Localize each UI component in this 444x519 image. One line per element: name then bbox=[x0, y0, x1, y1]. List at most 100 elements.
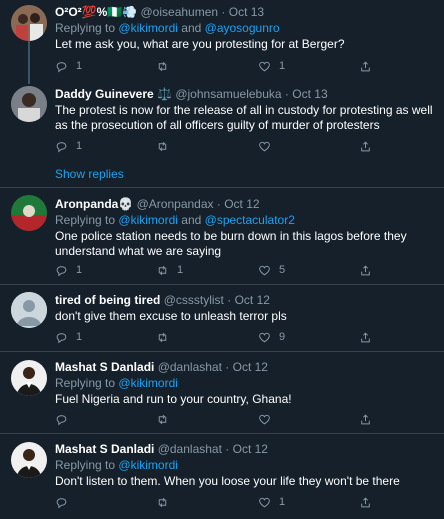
tweet-4[interactable]: tired of being tired @cssstylist · Oct 1… bbox=[0, 285, 444, 351]
display-name[interactable]: tired of being tired bbox=[55, 293, 160, 307]
share-button[interactable] bbox=[359, 263, 372, 277]
reply-button[interactable]: 1 bbox=[55, 330, 82, 344]
mention-link[interactable]: @ayosogunro bbox=[205, 21, 280, 35]
user-handle[interactable]: @danlashat bbox=[158, 442, 222, 456]
mention-link[interactable]: @kikimordi bbox=[118, 376, 178, 390]
share-icon bbox=[361, 140, 370, 151]
retweet-button[interactable] bbox=[156, 139, 177, 153]
avatar[interactable] bbox=[11, 360, 47, 396]
user-handle[interactable]: @cssstylist bbox=[164, 293, 224, 307]
tweet-actions: 1 bbox=[55, 495, 395, 509]
replying-joiner: and bbox=[181, 21, 202, 35]
tweet-text: Don't listen to them. When you loose you… bbox=[55, 474, 400, 488]
share-icon bbox=[361, 264, 370, 275]
share-button[interactable] bbox=[359, 330, 372, 344]
replying-joiner: and bbox=[181, 213, 202, 227]
avatar[interactable] bbox=[11, 86, 47, 122]
mention-link[interactable]: @kikimordi bbox=[118, 21, 178, 35]
dot-separator: · bbox=[225, 442, 230, 456]
dot-separator: · bbox=[221, 5, 226, 19]
tweet-3[interactable]: Aronpanda💀 @Aronpandax · Oct 12 Replying… bbox=[0, 188, 444, 283]
reply-button[interactable]: 1 bbox=[55, 139, 82, 153]
user-handle[interactable]: @johnsamuelebuka bbox=[175, 87, 281, 101]
mention-link[interactable]: @spectaculator2 bbox=[205, 213, 295, 227]
reply-count: 1 bbox=[76, 263, 83, 276]
tweet-actions: 1 1 bbox=[55, 59, 395, 73]
retweet-count: 1 bbox=[177, 263, 184, 276]
tweet-date[interactable]: Oct 12 bbox=[233, 442, 268, 456]
dot-separator: · bbox=[216, 197, 221, 211]
reply-icon bbox=[56, 61, 67, 72]
tweet-date[interactable]: Oct 12 bbox=[233, 360, 268, 374]
tweet-header: tired of being tired @cssstylist · Oct 1… bbox=[55, 293, 436, 308]
like-button[interactable] bbox=[258, 139, 279, 153]
tweet-1[interactable]: O²O²💯%🇳🇬💨 @oiseahumen · Oct 13 Replying … bbox=[0, 0, 444, 84]
tweet-header: Daddy Guinevere ⚖️ @johnsamuelebuka · Oc… bbox=[55, 87, 436, 102]
display-name[interactable]: Aronpanda💀 bbox=[55, 197, 133, 211]
like-button[interactable]: 1 bbox=[258, 495, 285, 509]
tweet-header: O²O²💯%🇳🇬💨 @oiseahumen · Oct 13 bbox=[55, 5, 436, 20]
tweet-5[interactable]: Mashat S Danladi @danlashat · Oct 12 Rep… bbox=[0, 352, 444, 434]
reply-icon bbox=[56, 497, 67, 508]
retweet-button[interactable] bbox=[156, 59, 177, 73]
like-button[interactable]: 9 bbox=[258, 330, 285, 344]
tweet-2[interactable]: Daddy Guinevere ⚖️ @johnsamuelebuka · Oc… bbox=[0, 84, 444, 186]
user-handle[interactable]: @danlashat bbox=[158, 360, 222, 374]
dot-separator: · bbox=[225, 360, 230, 374]
avatar[interactable] bbox=[11, 442, 47, 478]
retweet-icon bbox=[158, 332, 167, 342]
show-replies-link[interactable]: Show replies bbox=[55, 167, 124, 181]
reply-button[interactable]: 1 bbox=[55, 59, 82, 73]
tweet-text: Let me ask you, what are you protesting … bbox=[55, 37, 345, 51]
avatar[interactable] bbox=[11, 292, 47, 328]
mention-link[interactable]: @kikimordi bbox=[118, 458, 178, 472]
like-button[interactable]: 5 bbox=[258, 263, 285, 277]
like-button[interactable]: 1 bbox=[258, 59, 285, 73]
heart-icon bbox=[259, 61, 270, 71]
replying-to: Replying to @kikimordi and @ayosogunro bbox=[55, 21, 436, 36]
share-icon bbox=[361, 331, 370, 342]
retweet-button[interactable]: 1 bbox=[156, 263, 183, 277]
reply-count: 1 bbox=[76, 139, 83, 152]
avatar[interactable] bbox=[11, 5, 47, 41]
tweet-date[interactable]: Oct 12 bbox=[235, 293, 270, 307]
mention-link[interactable]: @kikimordi bbox=[118, 213, 178, 227]
replying-prefix: Replying to bbox=[55, 376, 116, 390]
tweet-date[interactable]: Oct 12 bbox=[224, 197, 259, 211]
heart-icon bbox=[259, 265, 270, 275]
replying-prefix: Replying to bbox=[55, 21, 116, 35]
user-handle[interactable]: @Aronpandax bbox=[137, 197, 214, 211]
like-count: 9 bbox=[279, 330, 286, 343]
reply-button[interactable] bbox=[55, 495, 76, 509]
tweet-text: don't give them excuse to unleash terror… bbox=[55, 309, 287, 323]
tweet-6[interactable]: Mashat S Danladi @danlashat · Oct 12 Rep… bbox=[0, 434, 444, 519]
retweet-icon bbox=[158, 265, 167, 275]
tweet-text: One police station needs to be burn down… bbox=[55, 229, 407, 258]
retweet-button[interactable] bbox=[156, 495, 177, 509]
avatar[interactable] bbox=[11, 195, 47, 231]
retweet-button[interactable] bbox=[156, 330, 177, 344]
like-count: 1 bbox=[279, 495, 286, 508]
reply-count: 1 bbox=[76, 59, 83, 72]
reply-button[interactable]: 1 bbox=[55, 263, 82, 277]
display-name[interactable]: O²O²💯%🇳🇬💨 bbox=[55, 5, 137, 19]
tweet-date[interactable]: Oct 13 bbox=[292, 87, 327, 101]
replying-prefix: Replying to bbox=[55, 458, 116, 472]
display-name[interactable]: Mashat S Danladi bbox=[55, 360, 154, 374]
tweet-actions bbox=[55, 412, 395, 426]
retweet-button[interactable] bbox=[156, 412, 177, 426]
display-name[interactable]: Mashat S Danladi bbox=[55, 442, 154, 456]
tweet-text: The protest is now for the release of al… bbox=[55, 103, 433, 132]
like-button[interactable] bbox=[258, 412, 279, 426]
display-name[interactable]: Daddy Guinevere ⚖️ bbox=[55, 87, 172, 101]
reply-button[interactable] bbox=[55, 412, 76, 426]
share-button[interactable] bbox=[359, 495, 372, 509]
share-button[interactable] bbox=[359, 59, 372, 73]
reply-icon bbox=[56, 265, 67, 276]
reply-icon bbox=[56, 141, 67, 152]
share-button[interactable] bbox=[359, 412, 372, 426]
share-button[interactable] bbox=[359, 139, 372, 153]
user-handle[interactable]: @oiseahumen bbox=[141, 5, 219, 19]
reply-icon bbox=[56, 414, 67, 425]
tweet-date[interactable]: Oct 13 bbox=[229, 5, 264, 19]
